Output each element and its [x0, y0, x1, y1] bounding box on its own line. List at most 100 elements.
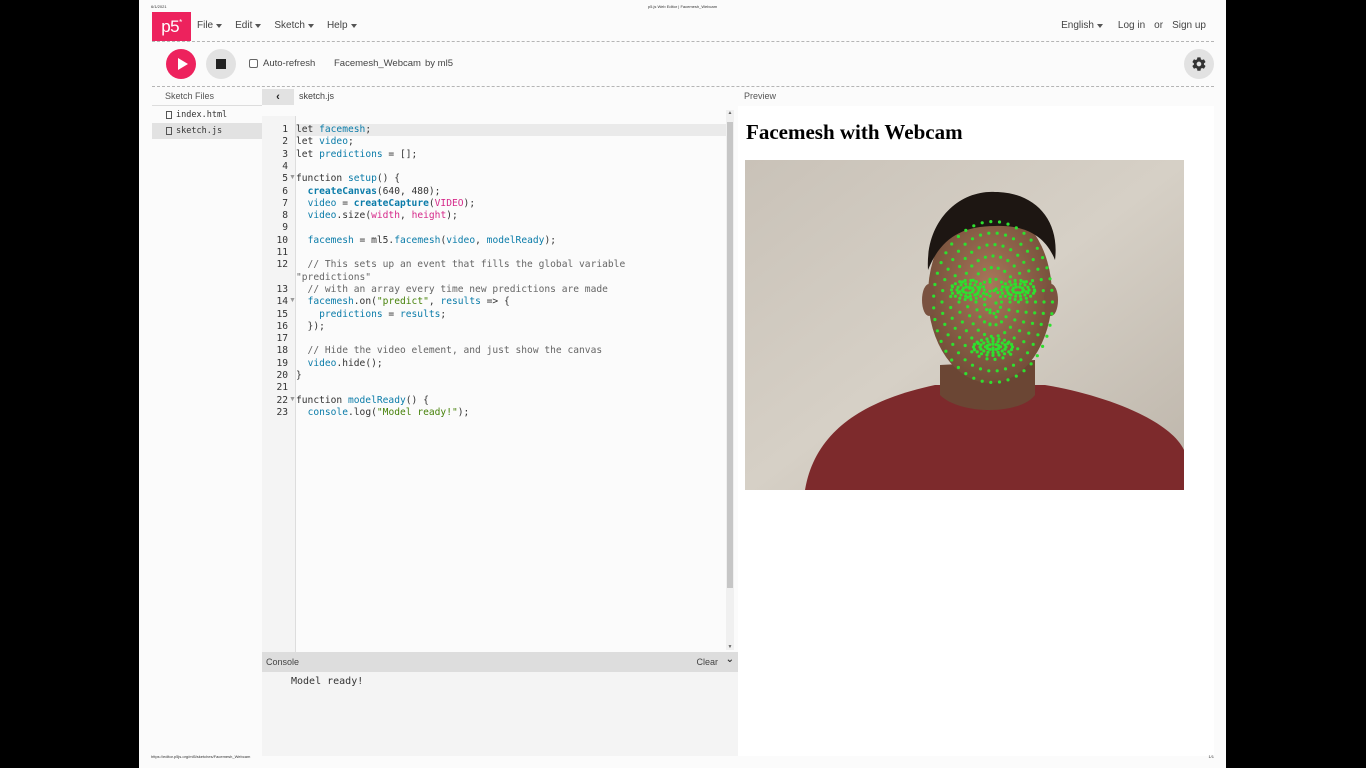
mesh-point: [1003, 343, 1007, 347]
scroll-up-icon[interactable]: ▲: [726, 110, 734, 116]
mesh-point: [999, 255, 1003, 259]
caret-down-icon: [255, 23, 262, 28]
code-line: let video;: [296, 136, 354, 148]
auto-refresh-toggle[interactable]: Auto-refresh: [249, 58, 315, 69]
mesh-point: [1012, 264, 1016, 268]
code-line: facemesh.on("predict", results => {: [307, 296, 510, 308]
mesh-point: [989, 220, 993, 224]
login-link[interactable]: Log in: [1118, 20, 1145, 31]
console-clear-button[interactable]: Clear: [696, 657, 718, 667]
mesh-point: [941, 289, 945, 293]
print-footer: https://editor.p5js.org/ml5/sketches/Fac…: [151, 754, 1214, 762]
mesh-point: [1001, 244, 1005, 248]
webcam-canvas[interactable]: [745, 160, 1184, 490]
mesh-point: [968, 291, 972, 295]
menu-sketch[interactable]: Sketch: [274, 20, 314, 31]
code-line: console.log("Model ready!");: [307, 406, 470, 418]
mesh-point: [953, 274, 957, 278]
code-area[interactable]: let facemesh; let video; let predictions =…: [296, 116, 726, 652]
line-number: 19: [276, 357, 288, 369]
language-dropdown[interactable]: English: [1061, 20, 1103, 31]
fold-arrow-icon[interactable]: ▼: [289, 396, 296, 403]
mesh-point: [995, 231, 999, 235]
code-line: createCanvas(640, 480);: [307, 185, 441, 197]
mesh-point: [1029, 238, 1033, 242]
mesh-point: [1026, 291, 1030, 295]
mesh-point: [988, 294, 992, 298]
mesh-point: [997, 380, 1002, 384]
mesh-point: [976, 285, 980, 289]
mesh-point: [1002, 338, 1007, 342]
menu-edit[interactable]: Edit: [235, 20, 262, 31]
sketch-name[interactable]: Facemesh_Webcam: [334, 58, 421, 69]
mesh-point: [1025, 249, 1030, 253]
mesh-point: [964, 282, 968, 286]
scroll-down-icon[interactable]: ▼: [726, 644, 734, 650]
mesh-point: [974, 280, 978, 284]
sketch-owner[interactable]: by ml5: [425, 58, 453, 69]
mesh-point: [949, 288, 954, 292]
mesh-point: [1000, 349, 1004, 353]
scrollbar-thumb[interactable]: [727, 122, 733, 588]
collapse-sidebar-button[interactable]: ‹: [262, 89, 294, 105]
line-number: 8: [282, 210, 288, 222]
menu-file-label: File: [197, 20, 214, 31]
mesh-point: [996, 266, 1000, 270]
mesh-point: [996, 350, 1000, 354]
mesh-point: [999, 300, 1004, 304]
file-index-html[interactable]: index.html: [152, 107, 262, 123]
mesh-point: [1000, 291, 1005, 295]
chevron-down-icon[interactable]: ⌄: [726, 654, 734, 665]
mesh-point: [991, 339, 995, 343]
mesh-point: [1022, 280, 1026, 284]
mesh-point: [977, 246, 981, 250]
mesh-point: [1042, 300, 1046, 304]
signup-link[interactable]: Sign up: [1172, 20, 1206, 31]
mesh-point: [968, 282, 972, 286]
fold-arrow-icon[interactable]: ▼: [289, 174, 296, 181]
settings-button[interactable]: [1184, 49, 1214, 79]
code-line: }: [296, 370, 302, 381]
mesh-point: [972, 342, 977, 346]
mesh-point: [956, 249, 961, 253]
mesh-point: [1030, 321, 1035, 325]
mesh-point: [1035, 354, 1039, 358]
or-text: or: [1154, 20, 1164, 31]
mesh-point: [972, 224, 976, 228]
mesh-point: [1022, 231, 1026, 235]
mesh-point: [1013, 318, 1017, 322]
mesh-point: [963, 343, 967, 348]
line-number: 1: [282, 124, 288, 135]
play-button[interactable]: [166, 49, 196, 79]
fold-arrow-icon[interactable]: ▼: [289, 297, 296, 304]
auto-refresh-checkbox[interactable]: [249, 59, 258, 68]
editor-scrollbar[interactable]: ▲ ▼: [726, 110, 734, 650]
code-line: // This sets up an event that fills the …: [296, 259, 626, 271]
mesh-point: [982, 320, 987, 324]
stop-button[interactable]: [206, 49, 236, 79]
menu-file[interactable]: File: [197, 20, 223, 31]
mesh-point: [978, 233, 983, 237]
mesh-point: [994, 323, 998, 327]
mesh-point: [950, 316, 954, 320]
mesh-point: [963, 358, 967, 362]
mesh-point: [1003, 294, 1007, 298]
print-page: 1/1: [1208, 754, 1214, 759]
mesh-point: [1048, 323, 1052, 327]
line-number: 5: [282, 173, 288, 185]
mesh-point: [1008, 296, 1012, 300]
line-number: 6: [282, 185, 288, 197]
mesh-point: [971, 322, 975, 326]
mesh-point: [1003, 331, 1007, 335]
editor-file-tab[interactable]: sketch.js: [299, 91, 334, 101]
file-sidebar: Sketch Files index.html sketch.js: [152, 88, 262, 756]
file-sketch-js[interactable]: sketch.js: [152, 123, 262, 139]
menu-help[interactable]: Help: [327, 20, 357, 31]
mesh-point: [943, 278, 947, 282]
mesh-point: [953, 294, 957, 298]
mesh-point: [985, 337, 989, 341]
mesh-point: [975, 308, 979, 312]
mesh-point: [1013, 278, 1017, 283]
p5-logo[interactable]: p5 *: [152, 12, 191, 41]
mesh-point: [1031, 291, 1036, 295]
